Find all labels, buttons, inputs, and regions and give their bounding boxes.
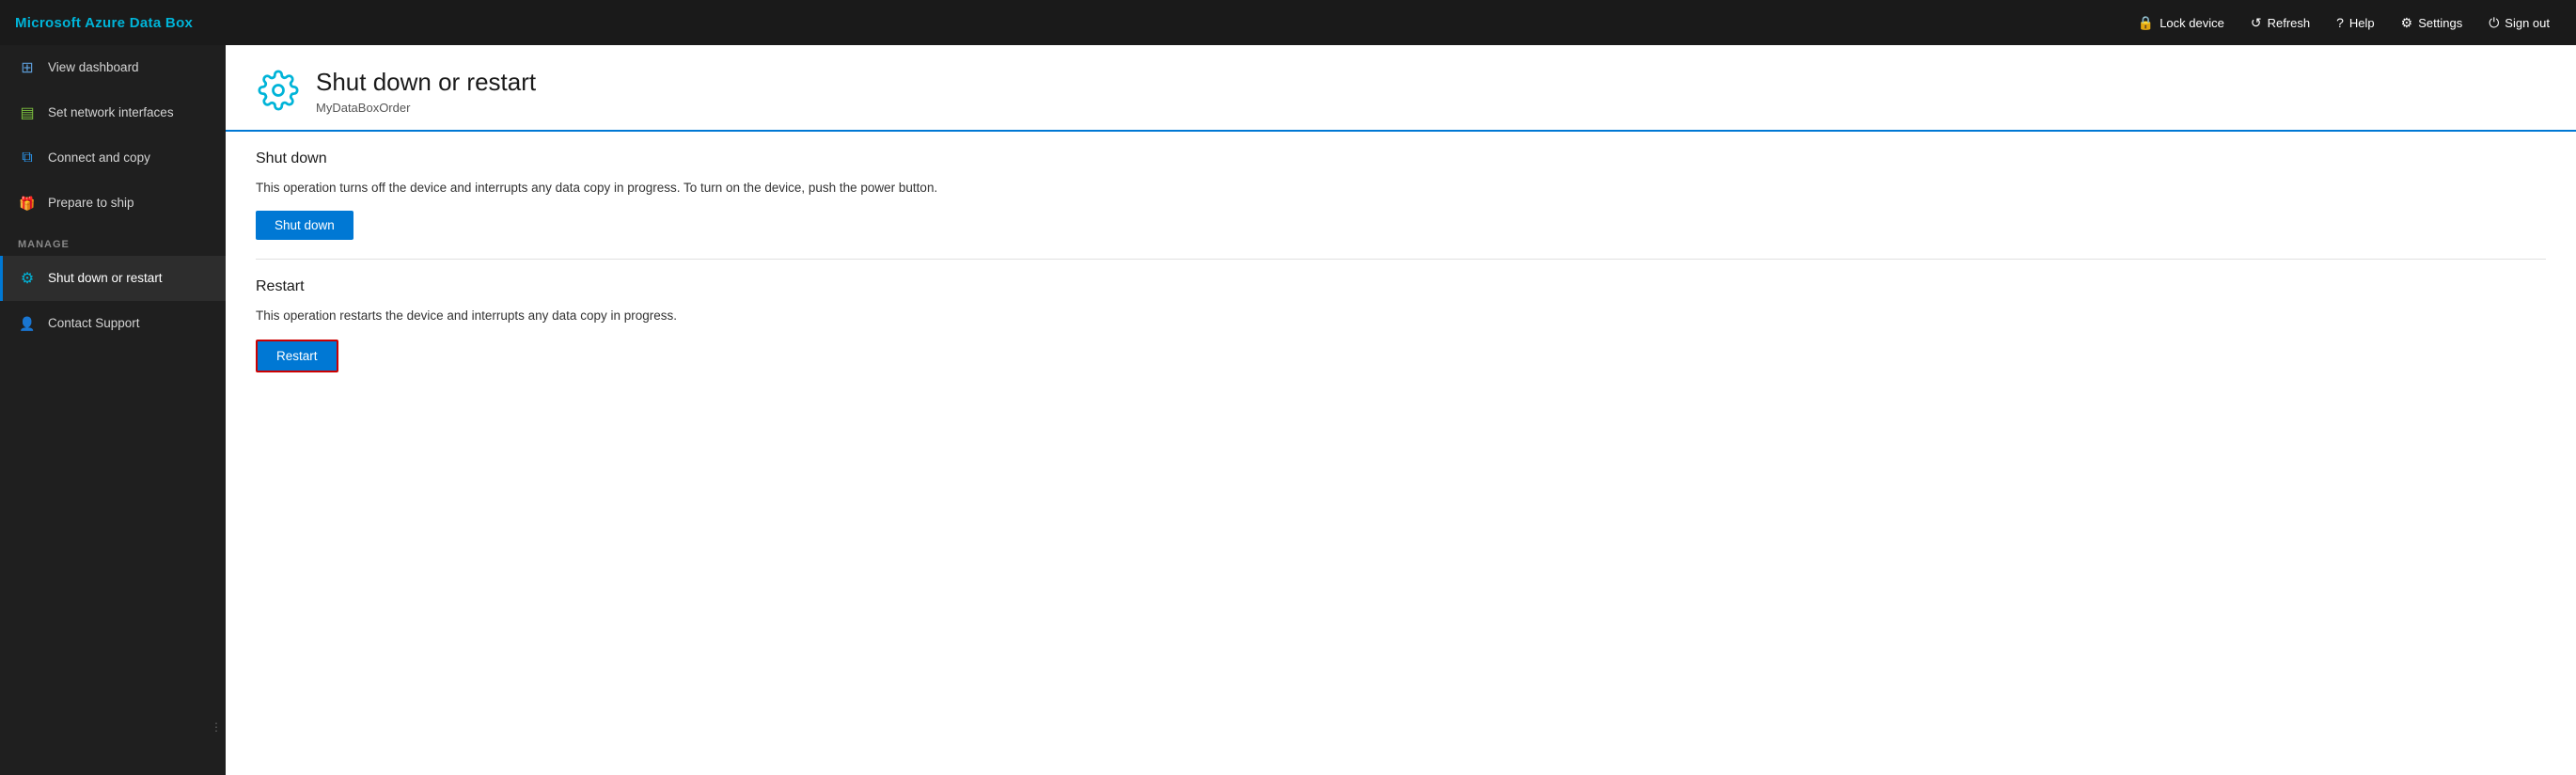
manage-section-label: MANAGE <box>0 226 226 256</box>
sidebar-label-set-network-interfaces: Set network interfaces <box>48 105 174 120</box>
sidebar-label-connect-and-copy: Connect and copy <box>48 150 150 166</box>
sidebar-item-shut-down-or-restart[interactable]: Shut down or restart <box>0 256 226 301</box>
copy-icon <box>18 149 37 167</box>
page-header: Shut down or restart MyDataBoxOrder <box>226 45 2576 132</box>
gear-icon <box>18 269 37 288</box>
lock-icon: 🔒 <box>2138 16 2154 29</box>
topbar-left: Microsoft Azure Data Box <box>15 15 193 31</box>
topbar-right: 🔒 Lock device ↺ Refresh ? Help ⚙ Setting… <box>2127 10 2561 36</box>
settings-button[interactable]: ⚙ Settings <box>2390 10 2474 36</box>
page-subtitle: MyDataBoxOrder <box>316 101 536 115</box>
restart-button[interactable]: Restart <box>256 340 338 372</box>
refresh-button[interactable]: ↺ Refresh <box>2239 10 2321 36</box>
main-layout: View dashboard Set network interfaces Co… <box>0 45 2576 775</box>
lock-device-label: Lock device <box>2160 16 2224 30</box>
shutdown-section-title: Shut down <box>256 150 2546 167</box>
help-icon: ? <box>2336 16 2344 29</box>
lock-device-button[interactable]: 🔒 Lock device <box>2127 10 2236 36</box>
settings-icon: ⚙ <box>2401 16 2413 29</box>
content-area: Shut down or restart MyDataBoxOrder Shut… <box>226 45 2576 775</box>
restart-section: Restart This operation restarts the devi… <box>256 260 2546 390</box>
sidebar-label-prepare-to-ship: Prepare to ship <box>48 196 134 211</box>
sidebar-item-set-network-interfaces[interactable]: Set network interfaces <box>0 90 226 135</box>
help-button[interactable]: ? Help <box>2325 10 2386 36</box>
help-label: Help <box>2349 16 2375 30</box>
sidebar: View dashboard Set network interfaces Co… <box>0 45 226 775</box>
shutdown-section: Shut down This operation turns off the d… <box>256 132 2546 260</box>
sign-out-button[interactable]: ⏻ Sign out <box>2477 10 2561 36</box>
sidebar-item-view-dashboard[interactable]: View dashboard <box>0 45 226 90</box>
refresh-label: Refresh <box>2268 16 2311 30</box>
settings-label: Settings <box>2418 16 2462 30</box>
page-header-text: Shut down or restart MyDataBoxOrder <box>316 68 536 115</box>
sidebar-label-shut-down-or-restart: Shut down or restart <box>48 271 163 286</box>
sidebar-resize-handle[interactable]: ⋮ <box>207 717 226 737</box>
sidebar-label-view-dashboard: View dashboard <box>48 60 139 75</box>
network-icon <box>18 103 37 122</box>
sidebar-label-contact-support: Contact Support <box>48 316 140 331</box>
sidebar-item-connect-and-copy[interactable]: Connect and copy <box>0 135 226 181</box>
grid-icon <box>18 58 37 77</box>
restart-section-title: Restart <box>256 278 2546 295</box>
sidebar-item-contact-support[interactable]: Contact Support <box>0 301 226 346</box>
page-header-icon <box>256 68 301 113</box>
sign-out-label: Sign out <box>2505 16 2550 30</box>
support-icon <box>18 314 37 333</box>
topbar: Microsoft Azure Data Box 🔒 Lock device ↺… <box>0 0 2576 45</box>
restart-section-description: This operation restarts the device and i… <box>256 307 2546 325</box>
shutdown-button[interactable]: Shut down <box>256 211 353 240</box>
sidebar-item-prepare-to-ship[interactable]: Prepare to ship <box>0 181 226 226</box>
page-title: Shut down or restart <box>316 68 536 97</box>
sign-out-icon: ⏻ <box>2489 16 2499 29</box>
content-body: Shut down This operation turns off the d… <box>226 132 2576 391</box>
refresh-icon: ↺ <box>2251 16 2262 29</box>
ship-icon <box>18 194 37 213</box>
app-title: Microsoft Azure Data Box <box>15 15 193 31</box>
shutdown-section-description: This operation turns off the device and … <box>256 179 2546 198</box>
